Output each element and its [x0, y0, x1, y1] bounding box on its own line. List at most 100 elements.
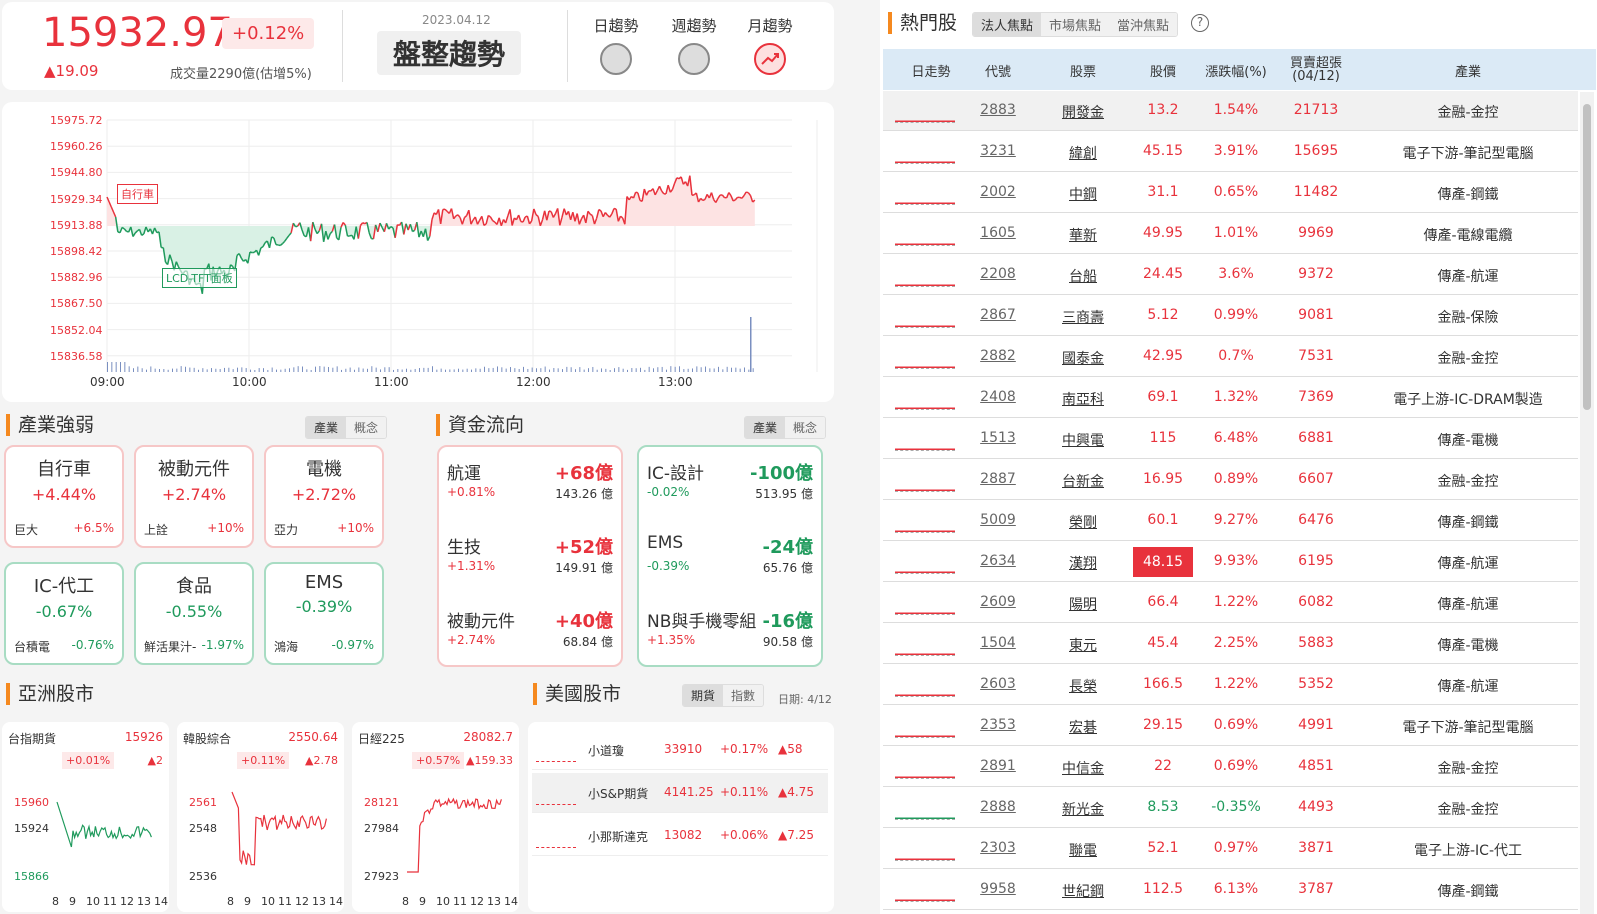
tab-concept[interactable]: 概念 — [346, 417, 387, 438]
scrollbar-thumb[interactable] — [1583, 104, 1591, 410]
stock-code[interactable]: 2303 — [973, 840, 1023, 856]
stock-name[interactable]: 開發金 — [1053, 102, 1113, 122]
stock-code[interactable]: 2002 — [973, 184, 1023, 200]
flow-item[interactable]: 生技 +52億 +1.31% 149.91 億 — [447, 533, 613, 593]
stock-code[interactable]: 5009 — [973, 512, 1023, 528]
flow-item[interactable]: EMS -24億 -0.39% 65.76 億 — [647, 533, 813, 593]
stock-name[interactable]: 中興電 — [1053, 430, 1113, 450]
table-row[interactable]: 1504 東元 45.4 2.25% 5883 傳產-電機 — [883, 624, 1578, 664]
industry-card[interactable]: 食品 -0.55% 鮮活果汁- -1.97% — [134, 562, 254, 665]
stock-code[interactable]: 2891 — [973, 758, 1023, 774]
week-trend-indicator[interactable] — [678, 43, 710, 75]
stock-name[interactable]: 台船 — [1053, 266, 1113, 286]
table-row[interactable]: 1513 中興電 115 6.48% 6881 傳產-電機 — [883, 419, 1578, 459]
table-row[interactable]: 2882 國泰金 42.95 0.7% 7531 金融-金控 — [883, 337, 1578, 377]
industry-card[interactable]: 電機 +2.72% 亞力 +10% — [264, 445, 384, 548]
table-row[interactable]: 2634 漢翔 48.15 9.93% 6195 傳產-航運 — [883, 542, 1578, 582]
intraday-chart[interactable] — [2, 102, 834, 402]
col-stock[interactable]: 股票 — [1053, 61, 1113, 80]
month-trend-indicator[interactable] — [754, 43, 786, 75]
table-row[interactable]: 2208 台船 24.45 3.6% 9372 傳產-航運 — [883, 255, 1578, 295]
col-change[interactable]: 漲跌幅(%) — [1196, 61, 1276, 80]
tab-market[interactable]: 市場焦點 — [1041, 13, 1110, 36]
stock-name[interactable]: 東元 — [1053, 635, 1113, 655]
table-row[interactable]: 2609 陽明 66.4 1.22% 6082 傳產-航運 — [883, 583, 1578, 623]
stock-name[interactable]: 漢翔 — [1053, 553, 1113, 573]
col-code[interactable]: 代號 — [973, 61, 1023, 80]
tab-institutional[interactable]: 法人焦點 — [973, 13, 1042, 36]
flow-item[interactable]: 被動元件 +40億 +2.74% 68.84 億 — [447, 607, 613, 667]
stock-code[interactable]: 1605 — [973, 225, 1023, 241]
stock-name[interactable]: 榮剛 — [1053, 512, 1113, 532]
table-row[interactable]: 2891 中信金 22 0.69% 4851 金融-金控 — [883, 747, 1578, 787]
stock-name[interactable]: 世紀鋼 — [1053, 881, 1113, 901]
industry-card[interactable]: 自行車 +4.44% 巨大 +6.5% — [4, 445, 124, 548]
table-row[interactable]: 3231 緯創 45.15 3.91% 15695 電子下游-筆記型電腦 — [883, 132, 1578, 172]
stock-name[interactable]: 台新金 — [1053, 471, 1113, 491]
flow-item[interactable]: 航運 +68億 +0.81% 143.26 億 — [447, 459, 613, 519]
industry-card[interactable]: EMS -0.39% 鴻海 -0.97% — [264, 562, 384, 665]
tab-flow-industry[interactable]: 產業 — [745, 417, 786, 438]
stock-code[interactable]: 2887 — [973, 471, 1023, 487]
flow-item[interactable]: IC-設計 -100億 -0.02% 513.95 億 — [647, 459, 813, 519]
tab-futures[interactable]: 期貨 — [683, 685, 724, 706]
stock-name[interactable]: 華新 — [1053, 225, 1113, 245]
stock-code[interactable]: 1504 — [973, 635, 1023, 651]
stock-name[interactable]: 宏碁 — [1053, 717, 1113, 737]
help-icon[interactable]: ? — [1191, 14, 1209, 32]
asia-market-card[interactable]: 韓股綜合 2550.64 +0.11% ▲2.78 2561 2548 2536 8 9 10 11… — [177, 722, 344, 912]
scrollbar[interactable] — [1580, 92, 1594, 914]
stock-code[interactable]: 2888 — [973, 799, 1023, 815]
stock-code[interactable]: 2208 — [973, 266, 1023, 282]
stock-name[interactable]: 新光金 — [1053, 799, 1113, 819]
table-row[interactable]: 2408 南亞科 69.1 1.32% 7369 電子上游-IC-DRAM製造 — [883, 378, 1578, 418]
stock-name[interactable]: 緯創 — [1053, 143, 1113, 163]
stock-code[interactable]: 1513 — [973, 430, 1023, 446]
annotation-bicycle[interactable]: 自行車 — [117, 184, 158, 204]
table-row[interactable]: 2883 開發金 13.2 1.54% 21713 金融-金控 — [883, 91, 1578, 131]
flow-item[interactable]: NB與手機零組 -16億 +1.35% 90.58 億 — [647, 607, 813, 667]
table-row[interactable]: 2888 新光金 8.53 -0.35% 4493 金融-金控 — [883, 788, 1578, 828]
table-row[interactable]: 2353 宏碁 29.15 0.69% 4991 電子下游-筆記型電腦 — [883, 706, 1578, 746]
col-price[interactable]: 股價 — [1133, 61, 1193, 80]
asia-market-card[interactable]: 台指期貨 15926 +0.01% ▲2 15960 15924 15866 8 9 10 11 12… — [2, 722, 169, 912]
stock-code[interactable]: 2353 — [973, 717, 1023, 733]
day-trend-indicator[interactable] — [600, 43, 632, 75]
stock-code[interactable]: 2883 — [973, 102, 1023, 118]
us-market-row[interactable]: 小那斯達克 13082 +0.06% ▲7.25 — [532, 816, 828, 856]
tab-flow-concept[interactable]: 概念 — [785, 417, 826, 438]
stock-code[interactable]: 3231 — [973, 143, 1023, 159]
table-row[interactable]: 2603 長榮 166.5 1.22% 5352 傳產-航運 — [883, 665, 1578, 705]
annotation-lcd[interactable]: LCD-TFT面板 — [162, 268, 237, 288]
stock-code[interactable]: 2882 — [973, 348, 1023, 364]
table-row[interactable]: 2867 三商壽 5.12 0.99% 9081 金融-保險 — [883, 296, 1578, 336]
table-row[interactable]: 2887 台新金 16.95 0.89% 6607 金融-金控 — [883, 460, 1578, 500]
us-market-row[interactable]: 小道瓊 33910 +0.17% ▲58 — [532, 730, 828, 770]
stock-name[interactable]: 中信金 — [1053, 758, 1113, 778]
stock-name[interactable]: 長榮 — [1053, 676, 1113, 696]
stock-code[interactable]: 2408 — [973, 389, 1023, 405]
stock-code[interactable]: 9958 — [973, 881, 1023, 897]
stock-code[interactable]: 2867 — [973, 307, 1023, 323]
stock-name[interactable]: 三商壽 — [1053, 307, 1113, 327]
col-industry[interactable]: 產業 — [1408, 61, 1528, 80]
industry-card[interactable]: 被動元件 +2.74% 上詮 +10% — [134, 445, 254, 548]
table-row[interactable]: 2303 聯電 52.1 0.97% 3871 電子上游-IC-代工 — [883, 829, 1578, 869]
table-row[interactable]: 5009 榮剛 60.1 9.27% 6476 傳產-鋼鐵 — [883, 501, 1578, 541]
stock-name[interactable]: 南亞科 — [1053, 389, 1113, 409]
stock-name[interactable]: 陽明 — [1053, 594, 1113, 614]
col-trend[interactable]: 日走勢 — [901, 61, 961, 80]
asia-market-card[interactable]: 日經225 28082.7 +0.57% ▲159.33 28121 27984 27923… — [352, 722, 519, 912]
stock-code[interactable]: 2603 — [973, 676, 1023, 692]
tab-daytrade[interactable]: 當沖焦點 — [1109, 13, 1178, 36]
table-row[interactable]: 9958 世紀鋼 112.5 6.13% 3787 傳產-鋼鐵 — [883, 870, 1578, 910]
stock-name[interactable]: 聯電 — [1053, 840, 1113, 860]
stock-name[interactable]: 國泰金 — [1053, 348, 1113, 368]
industry-card[interactable]: IC-代工 -0.67% 台積電 -0.76% — [4, 562, 124, 665]
tab-industry[interactable]: 產業 — [306, 417, 347, 438]
tab-index[interactable]: 指數 — [723, 685, 764, 706]
table-row[interactable]: 1605 華新 49.95 1.01% 9969 傳產-電線電纜 — [883, 214, 1578, 254]
stock-code[interactable]: 2634 — [973, 553, 1023, 569]
us-market-row[interactable]: 小S&P期貨 4141.25 +0.11% ▲4.75 — [532, 773, 828, 813]
stock-code[interactable]: 2609 — [973, 594, 1023, 610]
